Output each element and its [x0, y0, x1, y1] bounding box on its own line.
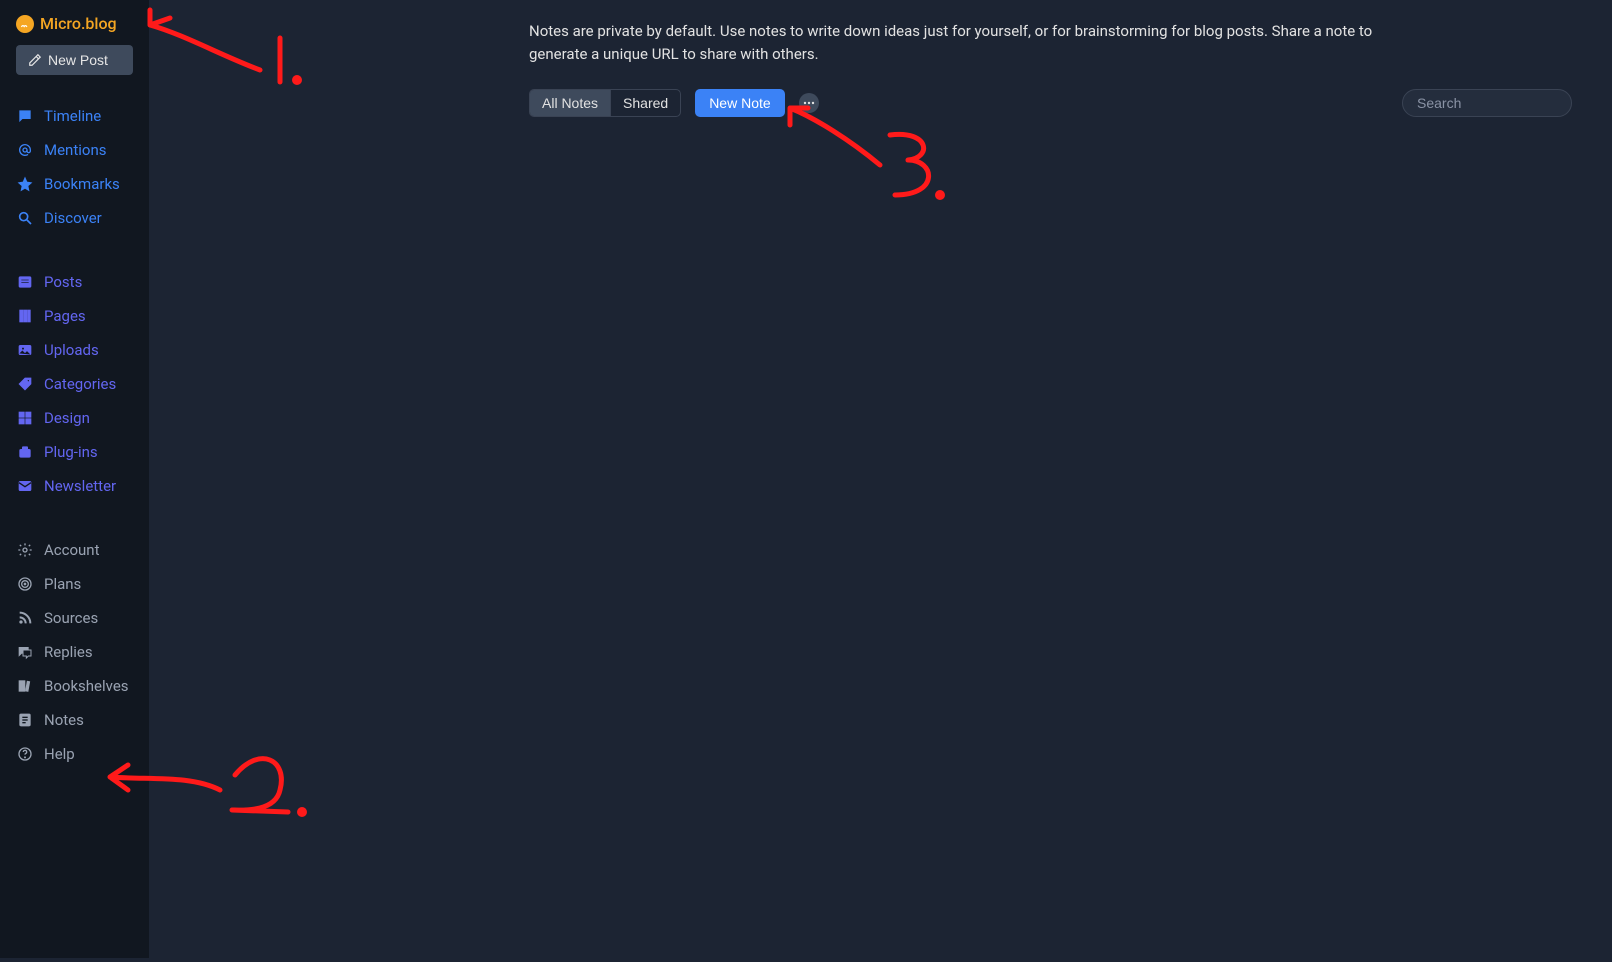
sidebar-item-label: Timeline — [44, 107, 101, 125]
design-icon — [16, 409, 34, 427]
sidebar-item-label: Design — [44, 409, 90, 427]
sidebar-item-bookmarks[interactable]: Bookmarks — [0, 167, 149, 201]
notes-intro-text: Notes are private by default. Use notes … — [529, 20, 1389, 67]
sidebar-item-design[interactable]: Design — [0, 401, 149, 435]
sidebar-item-newsletter[interactable]: Newsletter — [0, 469, 149, 503]
nav-group-settings: Account Plans Sources Replies Bookshelve… — [0, 527, 149, 777]
sidebar-item-label: Account — [44, 541, 100, 559]
sidebar-item-help[interactable]: Help — [0, 737, 149, 771]
star-icon — [16, 175, 34, 193]
sidebar-item-bookshelves[interactable]: Bookshelves — [0, 669, 149, 703]
sidebar-item-label: Bookshelves — [44, 677, 129, 695]
notes-filter-segment: All Notes Shared — [529, 89, 681, 117]
compose-icon — [28, 53, 42, 67]
notes-toolbar: All Notes Shared New Note — [529, 89, 1572, 117]
sidebar-item-label: Mentions — [44, 141, 106, 159]
sidebar-item-mentions[interactable]: Mentions — [0, 133, 149, 167]
new-post-label: New Post — [48, 52, 108, 68]
tag-icon — [16, 375, 34, 393]
sidebar-item-label: Plug-ins — [44, 443, 98, 461]
search-icon — [16, 209, 34, 227]
plugin-icon — [16, 443, 34, 461]
brand-name: Micro.blog — [40, 14, 117, 33]
sidebar-item-replies[interactable]: Replies — [0, 635, 149, 669]
sidebar-item-uploads[interactable]: Uploads — [0, 333, 149, 367]
more-options-button[interactable] — [799, 93, 819, 113]
sidebar-item-label: Uploads — [44, 341, 99, 359]
replies-icon — [16, 643, 34, 661]
sidebar-item-label: Sources — [44, 609, 98, 627]
tab-all-notes[interactable]: All Notes — [530, 90, 610, 116]
sidebar-item-pages[interactable]: Pages — [0, 299, 149, 333]
books-icon — [16, 677, 34, 695]
sidebar-item-posts[interactable]: Posts — [0, 265, 149, 299]
rss-icon — [16, 609, 34, 627]
sidebar-item-categories[interactable]: Categories — [0, 367, 149, 401]
gear-icon — [16, 541, 34, 559]
sidebar: Micro.blog New Post Timeline Mentions Bo… — [0, 0, 149, 958]
new-note-button[interactable]: New Note — [695, 89, 784, 117]
search-wrap — [1402, 89, 1572, 117]
sidebar-item-sources[interactable]: Sources — [0, 601, 149, 635]
search-input[interactable] — [1402, 89, 1572, 117]
brand-link[interactable]: Micro.blog — [0, 14, 149, 45]
brand-logo-icon — [16, 15, 34, 33]
sidebar-item-plugins[interactable]: Plug-ins — [0, 435, 149, 469]
sidebar-item-label: Help — [44, 745, 75, 763]
main-content: Notes are private by default. Use notes … — [149, 0, 1612, 958]
nav-group-feed: Timeline Mentions Bookmarks Discover — [0, 93, 149, 241]
sidebar-item-discover[interactable]: Discover — [0, 201, 149, 235]
sidebar-item-label: Bookmarks — [44, 175, 120, 193]
sidebar-item-label: Pages — [44, 307, 86, 325]
nav-group-content: Posts Pages Uploads Categories Design Pl… — [0, 259, 149, 509]
sidebar-item-label: Newsletter — [44, 477, 116, 495]
notes-icon — [16, 711, 34, 729]
message-icon — [16, 107, 34, 125]
help-icon — [16, 745, 34, 763]
at-icon — [16, 141, 34, 159]
pages-icon — [16, 307, 34, 325]
sidebar-item-label: Categories — [44, 375, 116, 393]
sidebar-item-label: Plans — [44, 575, 81, 593]
mail-icon — [16, 477, 34, 495]
sidebar-item-account[interactable]: Account — [0, 533, 149, 567]
sidebar-item-plans[interactable]: Plans — [0, 567, 149, 601]
sidebar-item-timeline[interactable]: Timeline — [0, 99, 149, 133]
new-post-button[interactable]: New Post — [16, 45, 133, 75]
sidebar-item-label: Notes — [44, 711, 84, 729]
sidebar-item-label: Replies — [44, 643, 93, 661]
sidebar-item-label: Discover — [44, 209, 102, 227]
sidebar-item-label: Posts — [44, 273, 82, 291]
posts-icon — [16, 273, 34, 291]
target-icon — [16, 575, 34, 593]
ellipsis-icon — [803, 101, 815, 105]
uploads-icon — [16, 341, 34, 359]
sidebar-item-notes[interactable]: Notes — [0, 703, 149, 737]
tab-shared[interactable]: Shared — [610, 90, 680, 116]
